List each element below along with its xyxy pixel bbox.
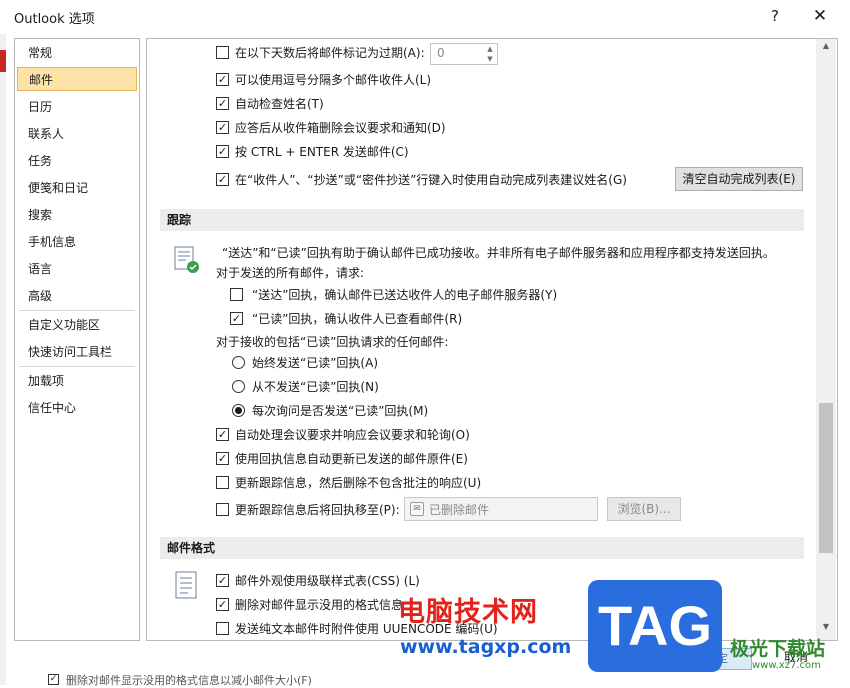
message-format-section-header: 邮件格式	[160, 537, 804, 559]
receipt-folder-name: 已删除邮件	[429, 503, 490, 517]
move-receipts-checkbox[interactable]	[216, 503, 229, 516]
update-delete-label: 更新跟踪信息，然后删除不包含批注的响应(U)	[235, 476, 482, 490]
sidebar-item-trust-center[interactable]: 信任中心	[17, 396, 137, 420]
receipt-folder-field: ✉ 已删除邮件	[404, 497, 598, 521]
scroll-up-icon[interactable]: ▲	[816, 41, 836, 55]
sidebar-item-notes-journal[interactable]: 便笺和日记	[17, 176, 137, 200]
ask-each-time-label: 每次询问是否发送“已读”回执(M)	[252, 404, 429, 418]
options-sidebar: 常规 邮件 日历 联系人 任务 便笺和日记 搜索 手机信息 语言 高级 自定义功…	[14, 38, 140, 641]
sidebar-item-customize-ribbon[interactable]: 自定义功能区	[17, 313, 137, 337]
scroll-thumb[interactable]	[819, 403, 833, 553]
content-scrollbar[interactable]: ▲ ▼	[816, 39, 836, 640]
read-receipt-checkbox[interactable]: ✓	[230, 312, 243, 325]
remove-format-label: 删除对邮件显示没用的格式信息	[235, 598, 404, 612]
sidebar-item-calendar[interactable]: 日历	[17, 95, 137, 119]
help-button[interactable]: ?	[764, 5, 786, 27]
autocomplete-checkbox[interactable]: ✓	[216, 173, 229, 186]
message-format-icon	[175, 571, 197, 599]
ctrl-enter-checkbox[interactable]: ✓	[216, 145, 229, 158]
ctrl-enter-label: 按 CTRL + ENTER 发送邮件(C)	[235, 145, 409, 159]
delivery-receipt-label: “送达”回执，确认邮件已送达收件人的电子邮件服务器(Y)	[252, 288, 558, 302]
sidebar-divider	[19, 366, 135, 367]
expire-days-stepper[interactable]: 0 ▲ ▼	[430, 43, 498, 65]
autocomplete-label: 在“收件人”、“抄送”或“密件抄送”行键入时使用自动完成列表建议姓名(G)	[235, 173, 627, 187]
auto-update-label: 使用回执信息自动更新已发送的邮件原件(E)	[235, 452, 468, 466]
watermark-url: www.tagxp.com	[400, 636, 572, 658]
stepper-up-icon[interactable]: ▲	[483, 44, 497, 54]
sidebar-item-add-ins[interactable]: 加载项	[17, 369, 137, 393]
sidebar-divider	[19, 310, 135, 311]
expire-checkbox[interactable]	[216, 46, 229, 59]
watermark-brand: 极光下载站	[730, 638, 826, 660]
ask-each-time-radio[interactable]	[232, 404, 245, 417]
watermark-tag-logo: TAG	[588, 580, 722, 672]
always-send-radio[interactable]	[232, 356, 245, 369]
watermark-site-name: 电脑技术网	[398, 597, 538, 628]
sidebar-item-advanced[interactable]: 高级	[17, 284, 137, 308]
sidebar-item-mail[interactable]: 邮件	[17, 67, 137, 91]
tracking-receipt-icon	[174, 246, 199, 273]
sidebar-item-quick-access-toolbar[interactable]: 快速访问工具栏	[17, 340, 137, 364]
check-names-checkbox[interactable]: ✓	[216, 97, 229, 110]
delivery-receipt-checkbox[interactable]	[230, 288, 243, 301]
update-delete-checkbox[interactable]	[216, 476, 229, 489]
auto-process-checkbox[interactable]: ✓	[216, 428, 229, 441]
sidebar-item-mobile[interactable]: 手机信息	[17, 230, 137, 254]
clear-autocomplete-button[interactable]: 清空自动完成列表(E)	[675, 167, 803, 191]
stepper-down-icon[interactable]: ▼	[483, 54, 497, 64]
read-receipt-label: “已读”回执，确认收件人已查看邮件(R)	[252, 312, 463, 326]
expire-label: 在以下天数后将邮件标记为过期(A):	[235, 46, 425, 60]
auto-process-label: 自动处理会议要求并响应会议要求和轮询(O)	[235, 428, 470, 442]
sidebar-item-contacts[interactable]: 联系人	[17, 122, 137, 146]
comma-separator-checkbox[interactable]: ✓	[216, 73, 229, 86]
tracking-section-header: 跟踪	[160, 209, 804, 231]
title-bar: Outlook 选项 ? ✕	[0, 0, 850, 32]
auto-update-checkbox[interactable]: ✓	[216, 452, 229, 465]
all-sent-label: 对于发送的所有邮件，请求:	[216, 266, 365, 280]
css-label: 邮件外观使用级联样式表(CSS) (L)	[235, 574, 420, 588]
comma-separator-label: 可以使用逗号分隔多个邮件收件人(L)	[235, 73, 432, 87]
move-receipts-label: 更新跟踪信息后将回执移至(P):	[235, 503, 400, 517]
close-button[interactable]: ✕	[807, 4, 833, 28]
sidebar-item-language[interactable]: 语言	[17, 257, 137, 281]
watermark-brand-url: www.xz7.com	[752, 660, 821, 671]
background-window-edge	[0, 34, 6, 685]
background-app-accent	[0, 50, 6, 72]
background-checkbox: ✓	[48, 674, 59, 685]
window-title: Outlook 选项	[14, 12, 95, 27]
delete-meeting-checkbox[interactable]: ✓	[216, 121, 229, 134]
tracking-description: “送达”和“已读”回执有助于确认邮件已成功接收。并非所有电子邮件服务器和应用程序…	[222, 246, 775, 260]
sidebar-item-tasks[interactable]: 任务	[17, 149, 137, 173]
browse-button[interactable]: 浏览(B)...	[607, 497, 681, 521]
expire-days-value: 0	[437, 46, 445, 60]
incoming-label: 对于接收的包括“已读”回执请求的任何邮件:	[216, 335, 449, 349]
css-checkbox[interactable]: ✓	[216, 574, 229, 587]
remove-format-checkbox[interactable]: ✓	[216, 598, 229, 611]
delete-meeting-label: 应答后从收件箱删除会议要求和通知(D)	[235, 121, 446, 135]
never-send-radio[interactable]	[232, 380, 245, 393]
always-send-label: 始终发送“已读”回执(A)	[252, 356, 379, 370]
sidebar-item-general[interactable]: 常规	[17, 41, 137, 65]
never-send-label: 从不发送“已读”回执(N)	[252, 380, 379, 394]
background-option-label: 删除对邮件显示没用的格式信息以减小邮件大小(F)	[66, 674, 312, 687]
uuencode-checkbox[interactable]	[216, 622, 229, 635]
check-names-label: 自动检查姓名(T)	[235, 97, 324, 111]
sidebar-item-search[interactable]: 搜索	[17, 203, 137, 227]
deleted-items-folder-icon: ✉	[410, 502, 424, 516]
